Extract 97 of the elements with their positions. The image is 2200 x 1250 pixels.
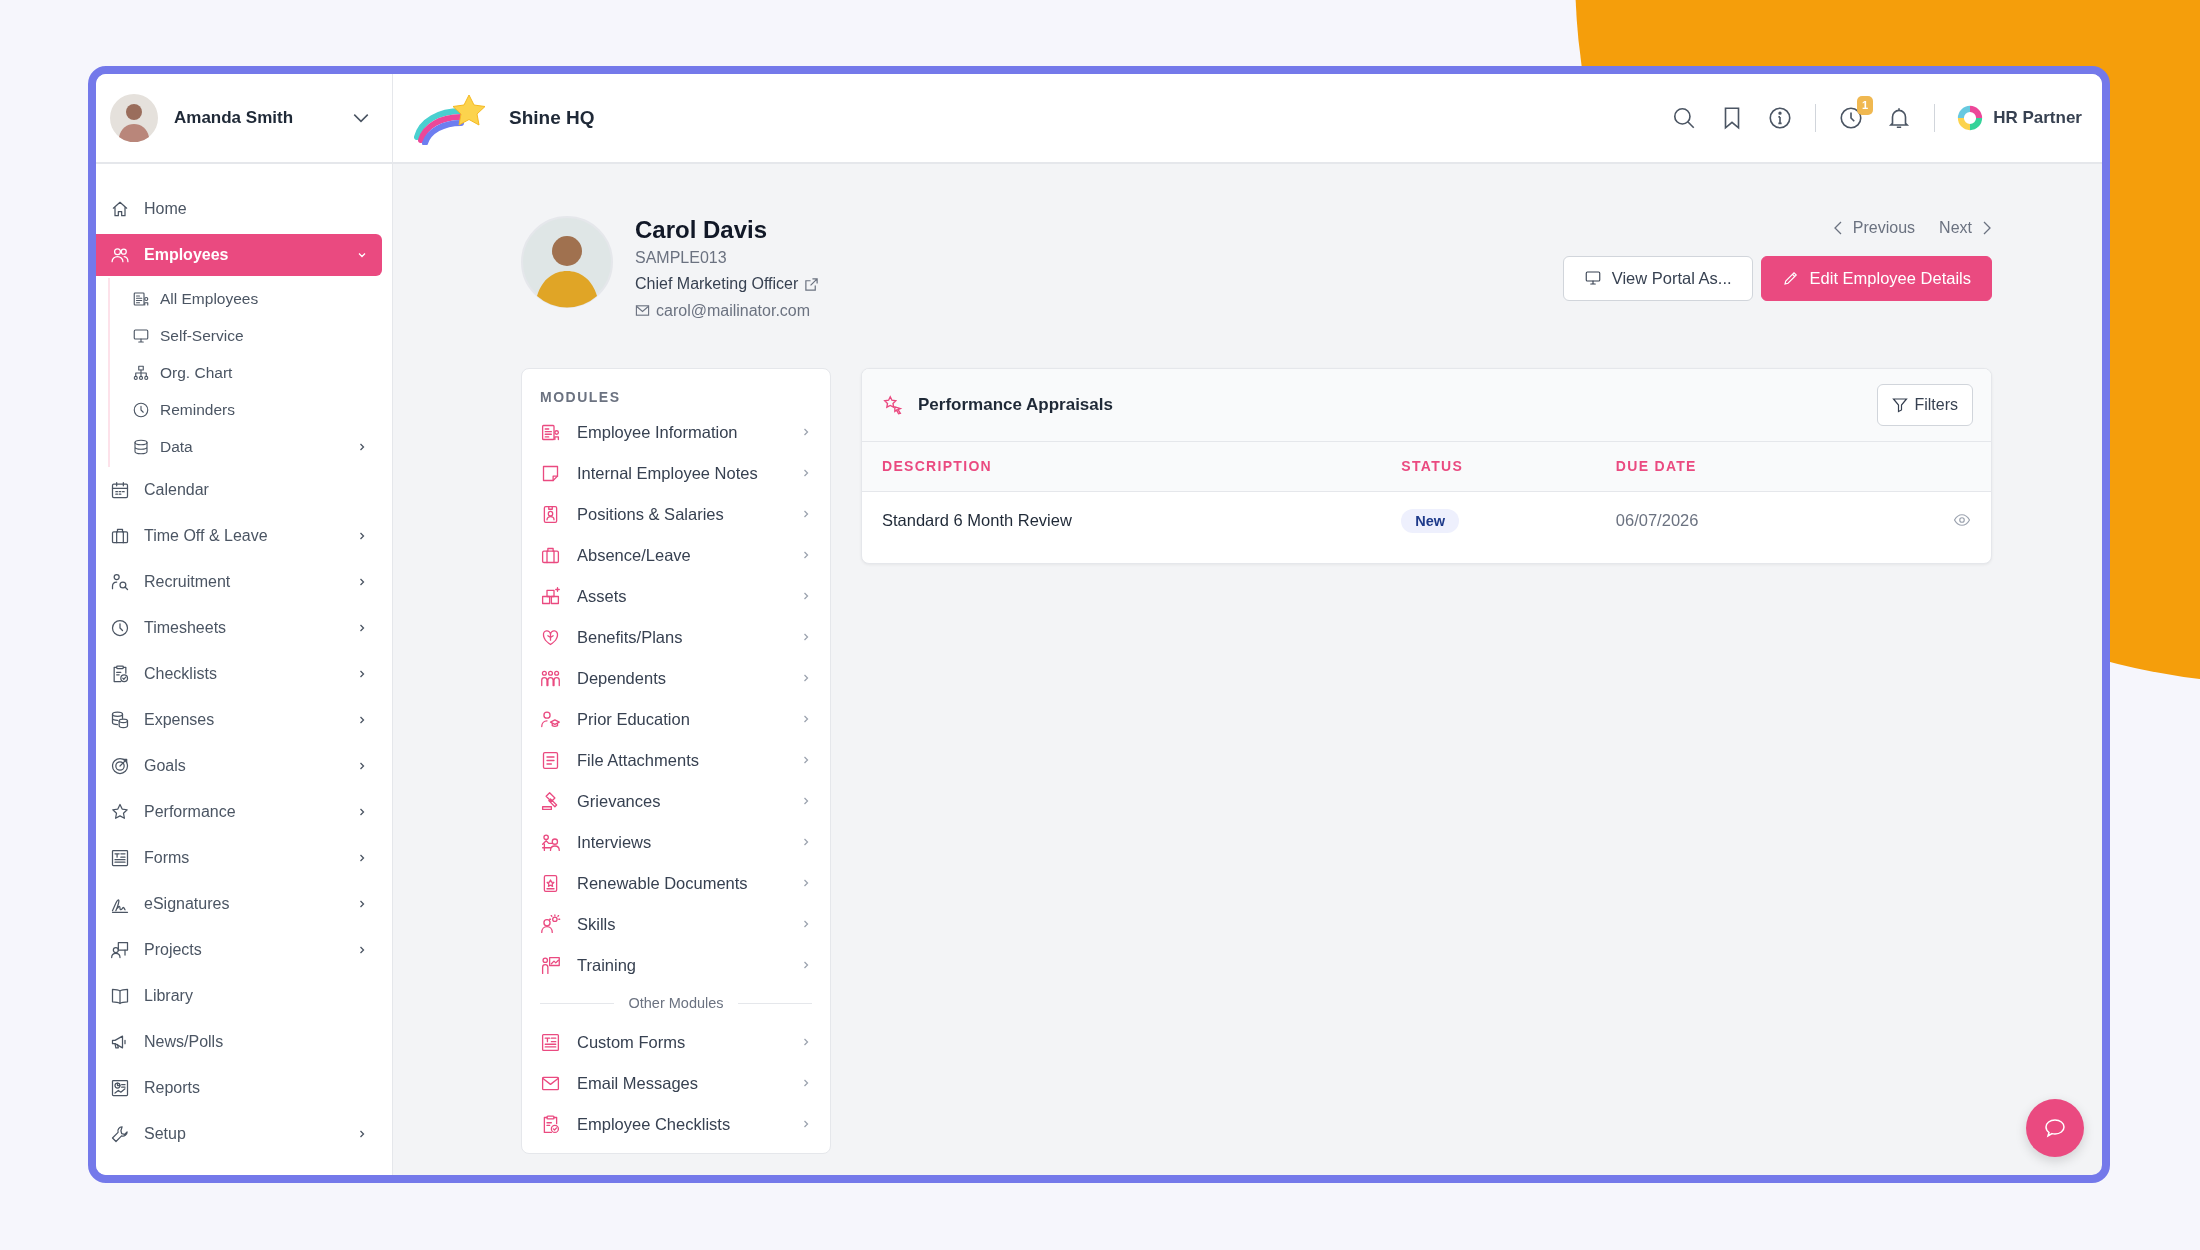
job-title: Chief Marketing Officer <box>635 274 799 295</box>
sidebar-item[interactable]: Reports <box>96 1065 382 1111</box>
employee-email: carol@mailinator.com <box>656 300 811 321</box>
external-link-icon[interactable] <box>804 276 820 292</box>
module-item[interactable]: Skills <box>540 903 812 945</box>
star-icon <box>110 802 130 822</box>
sidebar-item[interactable]: eSignatures <box>96 881 382 927</box>
sidebar-item[interactable]: All Employees <box>110 280 382 317</box>
filter-icon <box>1892 396 1909 413</box>
module-item[interactable]: Internal Employee Notes <box>540 452 812 494</box>
sidebar-item[interactable]: Self-Service <box>110 317 382 354</box>
monitor-icon <box>132 326 150 345</box>
section-label: Other Modules <box>628 994 724 1014</box>
module-item[interactable]: Employee Checklists <box>540 1103 812 1145</box>
notification-badge: 1 <box>1857 96 1874 115</box>
sidebar-item[interactable]: Employees <box>96 234 382 276</box>
filters-button[interactable]: Filters <box>1877 383 1973 426</box>
column-header: DESCRIPTION <box>882 457 992 474</box>
module-item[interactable]: File Attachments <box>540 739 812 781</box>
module-item[interactable]: Employee Information <box>540 411 812 453</box>
sidebar-item[interactable]: Setup <box>96 1111 382 1157</box>
module-item[interactable]: Custom Forms <box>540 1021 812 1063</box>
previous-link[interactable]: Previous <box>1832 216 1916 240</box>
column-header: DUE DATE <box>1615 457 1697 474</box>
clock-icon <box>132 400 150 419</box>
table-cell-text: 06/07/2026 <box>1615 509 1699 531</box>
calendar-icon <box>110 480 130 500</box>
document-icon <box>540 749 561 771</box>
module-item[interactable]: Assets <box>540 575 812 617</box>
report-icon <box>110 1078 130 1098</box>
module-item[interactable]: Renewable Documents <box>540 862 812 904</box>
skills-icon <box>540 913 561 935</box>
database-icon <box>132 437 150 456</box>
company-name: Shine HQ <box>509 105 595 130</box>
sidebar-item[interactable]: Library <box>96 973 382 1019</box>
training-icon <box>540 954 561 976</box>
module-item[interactable]: Absence/Leave <box>540 534 812 576</box>
sidebar-item[interactable]: Goals <box>96 743 382 789</box>
ring-logo <box>1957 105 1984 131</box>
interview-icon <box>540 831 561 853</box>
view-portal-button[interactable]: View Portal As... <box>1562 256 1753 301</box>
sidebar-item[interactable]: Expenses <box>96 697 382 743</box>
sidebar-item[interactable]: Forms <box>96 835 382 881</box>
form-icon <box>540 1031 561 1053</box>
form-icon <box>110 848 130 868</box>
module-item[interactable]: Email Messages <box>540 1062 812 1104</box>
module-item[interactable]: Benefits/Plans <box>540 616 812 658</box>
module-item[interactable]: Dependents <box>540 657 812 699</box>
module-item[interactable]: Training <box>540 944 812 986</box>
modules-heading: MODULES <box>540 387 622 407</box>
star-icon <box>882 393 904 416</box>
sidebar-item[interactable]: Reminders <box>110 391 382 428</box>
chat-icon <box>2043 1116 2067 1140</box>
card-title: Performance Appraisals <box>918 394 1113 417</box>
sidebar-item[interactable]: Checklists <box>96 651 382 697</box>
book-icon <box>110 986 130 1006</box>
chat-button[interactable] <box>2026 1099 2084 1157</box>
org-chart-icon <box>132 363 150 382</box>
edit-employee-button[interactable]: Edit Employee Details <box>1760 256 1992 301</box>
sidebar-item[interactable]: Performance <box>96 789 382 835</box>
id-card-icon <box>132 289 150 308</box>
clock-icon <box>110 618 130 638</box>
avatar[interactable] <box>110 94 158 142</box>
boxes-icon <box>540 585 561 607</box>
briefcase-icon <box>110 526 130 546</box>
home-icon <box>110 199 130 219</box>
module-item[interactable]: Grievances <box>540 780 812 822</box>
status-badge: New <box>1401 508 1460 533</box>
table-cell: Standard 6 Month Review <box>882 510 1072 529</box>
next-link[interactable]: Next <box>1939 216 1992 240</box>
presenter-icon <box>110 940 130 960</box>
wrench-icon <box>110 1124 130 1144</box>
user-name[interactable]: Amanda Smith <box>174 105 336 131</box>
sidebar-item[interactable]: Calendar <box>96 467 382 513</box>
sidebar-item[interactable]: Projects <box>96 927 382 973</box>
envelope-icon <box>635 303 650 319</box>
module-item[interactable]: Positions & Salaries <box>540 493 812 535</box>
employee-code: SAMPLE013 <box>635 247 728 268</box>
monitor-icon <box>1583 269 1602 288</box>
sidebar-item[interactable]: Timesheets <box>96 605 382 651</box>
sidebar-item[interactable]: Time Off & Leave <box>96 513 382 559</box>
sidebar-item[interactable]: Home <box>96 186 382 232</box>
module-item[interactable]: Prior Education <box>540 698 812 740</box>
graduate-icon <box>540 708 561 730</box>
column-header: STATUS <box>1401 457 1464 474</box>
sidebar-item[interactable]: News/Polls <box>96 1019 382 1065</box>
coins-icon <box>110 710 130 730</box>
sidebar-item[interactable]: Recruitment <box>96 559 382 605</box>
sidebar-item[interactable]: Data <box>110 428 382 465</box>
brand-name: HR Partner <box>1993 107 2082 130</box>
people-icon <box>110 245 130 265</box>
module-item[interactable]: Interviews <box>540 821 812 863</box>
target-icon <box>110 756 130 776</box>
pencil-icon <box>1781 269 1800 288</box>
employee-name: Carol Davis <box>635 216 769 245</box>
sidebar-item[interactable]: Org. Chart <box>110 354 382 391</box>
person-search-icon <box>110 572 130 592</box>
